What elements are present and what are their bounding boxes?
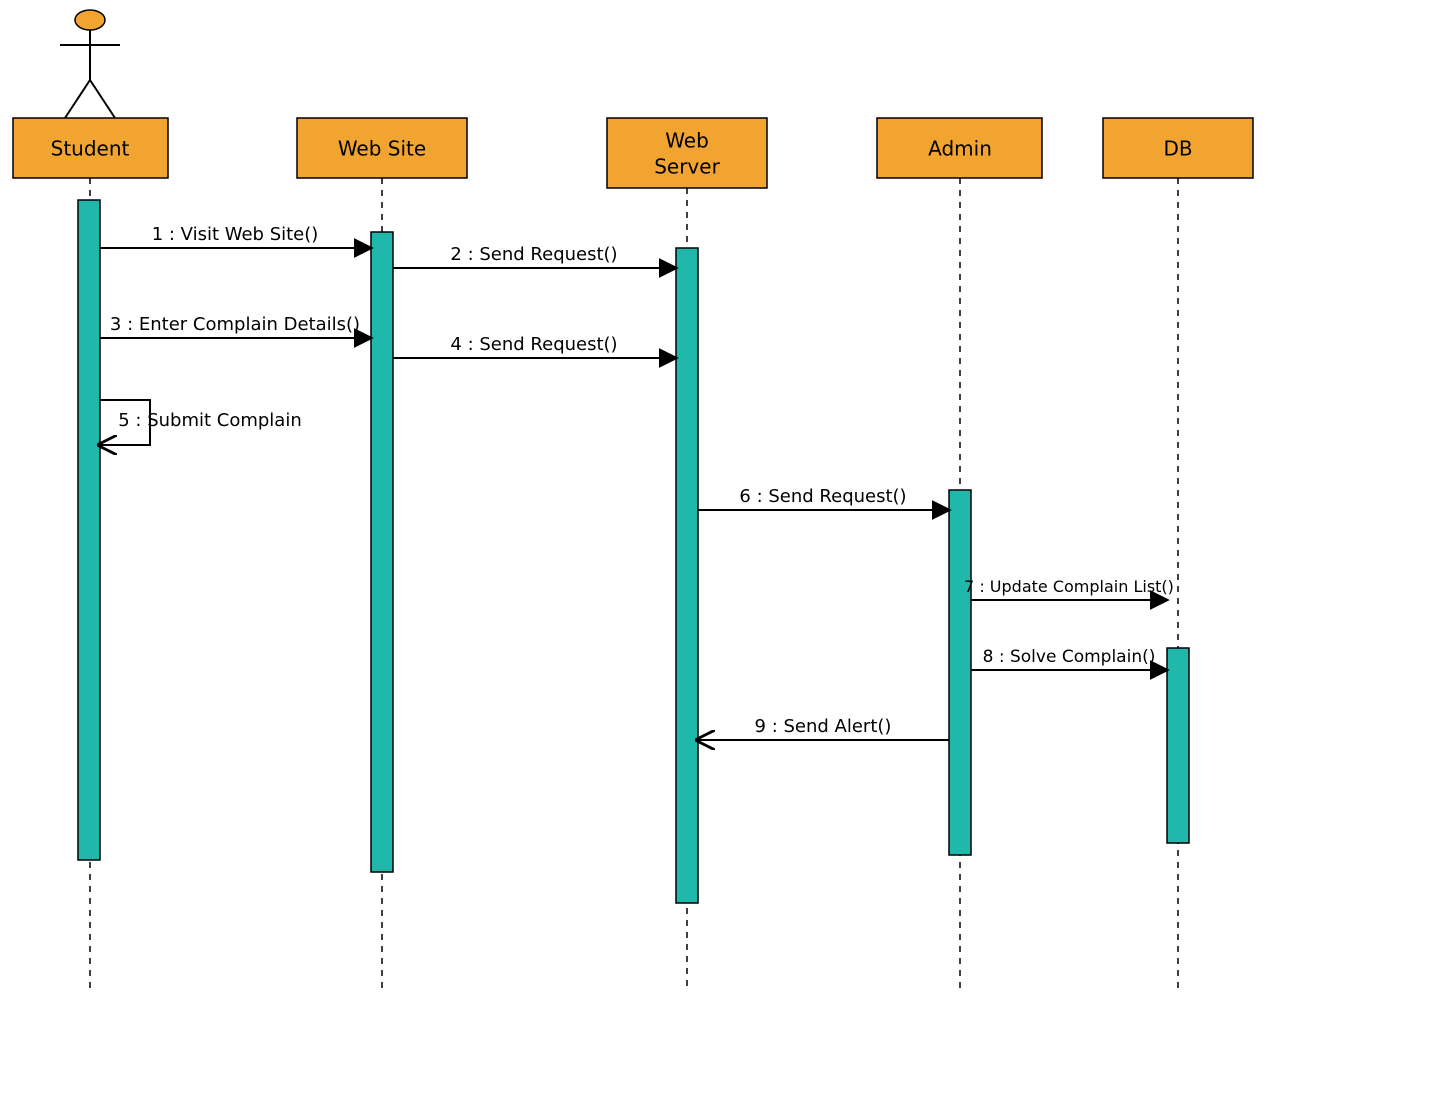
activation-student [78,200,100,860]
message-1: 1 : Visit Web Site() [100,224,371,248]
actor-student-icon [60,10,120,118]
message-3: 3 : Enter Complain Details() [100,314,371,338]
lifeline-db: DB [1103,118,1253,990]
activation-admin [949,490,971,855]
message-7-label: 7 : Update Complain List() [964,577,1174,596]
activation-db [1167,648,1189,843]
message-9: 9 : Send Alert() [698,716,949,740]
activation-website [371,232,393,872]
message-5: 5 : Submit Complain [100,400,302,445]
sequence-diagram: Student Web Site Web Server Admin DB 1 :… [0,0,1455,1093]
lifeline-student-label: Student [51,137,130,161]
message-6: 6 : Send Request() [698,486,949,510]
message-8-label: 8 : Solve Complain() [983,647,1156,667]
message-3-label: 3 : Enter Complain Details() [110,314,360,335]
message-5-label: 5 : Submit Complain [118,410,302,431]
lifeline-db-label: DB [1163,137,1192,161]
message-2-label: 2 : Send Request() [450,244,617,265]
message-4: 4 : Send Request() [393,334,676,358]
message-8: 8 : Solve Complain() [971,647,1167,670]
lifeline-webserver-label-1: Web [665,129,709,153]
message-9-label: 9 : Send Alert() [755,716,892,737]
lifeline-admin-label: Admin [928,137,992,161]
lifeline-website-label: Web Site [338,137,426,161]
message-2: 2 : Send Request() [393,244,676,268]
message-4-label: 4 : Send Request() [450,334,617,355]
message-6-label: 6 : Send Request() [739,486,906,507]
message-1-label: 1 : Visit Web Site() [152,224,319,245]
activation-webserver [676,248,698,903]
message-7: 7 : Update Complain List() [964,577,1174,600]
lifeline-webserver-label-2: Server [654,155,720,179]
